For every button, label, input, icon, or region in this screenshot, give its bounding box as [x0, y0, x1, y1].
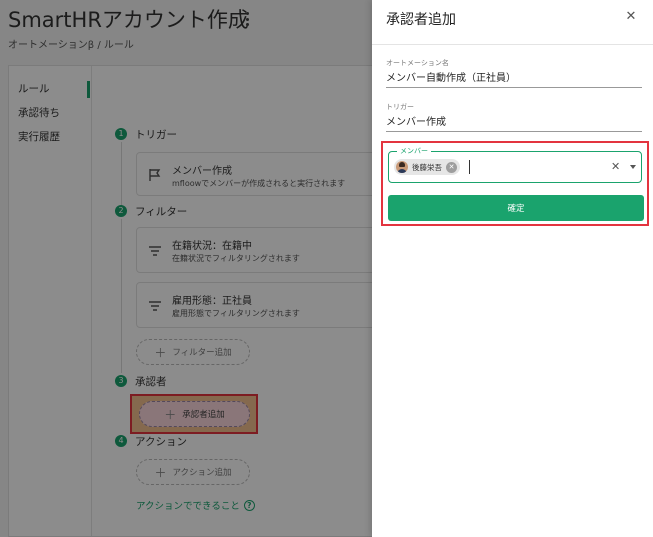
field-underline: [386, 87, 642, 88]
drawer-title: 承認者追加: [386, 12, 456, 28]
chip-remove-icon[interactable]: ✕: [446, 161, 457, 173]
automation-name-label: オートメーション名: [386, 59, 449, 67]
trigger-field: トリガー メンバー作成: [386, 102, 642, 132]
trigger-field-label: トリガー: [386, 103, 414, 111]
member-select-field[interactable]: メンバー 後藤栄吾 ✕ ✕: [388, 146, 642, 183]
chevron-down-icon[interactable]: [630, 165, 636, 169]
automation-name-value: メンバー自動作成（正社員）: [386, 73, 516, 84]
member-chip[interactable]: 後藤栄吾 ✕: [394, 159, 460, 175]
approver-drawer: 承認者追加 ✕ オートメーション名 メンバー自動作成（正社員） トリガー メンバ…: [372, 0, 653, 537]
text-cursor: [469, 160, 470, 174]
field-underline: [386, 131, 642, 132]
member-field-label: メンバー: [397, 146, 431, 156]
member-chip-label: 後藤栄吾: [412, 162, 442, 172]
confirm-button[interactable]: 確定: [388, 195, 644, 221]
automation-name-field: オートメーション名 メンバー自動作成（正社員）: [386, 58, 642, 88]
clear-icon[interactable]: ✕: [611, 160, 620, 174]
avatar: [396, 161, 408, 173]
drawer-divider: [372, 44, 653, 45]
modal-overlay[interactable]: [0, 0, 372, 537]
member-highlight-box: メンバー 後藤栄吾 ✕ ✕ 確定: [381, 141, 649, 226]
close-icon[interactable]: ✕: [624, 10, 638, 24]
trigger-field-value: メンバー作成: [386, 117, 446, 128]
